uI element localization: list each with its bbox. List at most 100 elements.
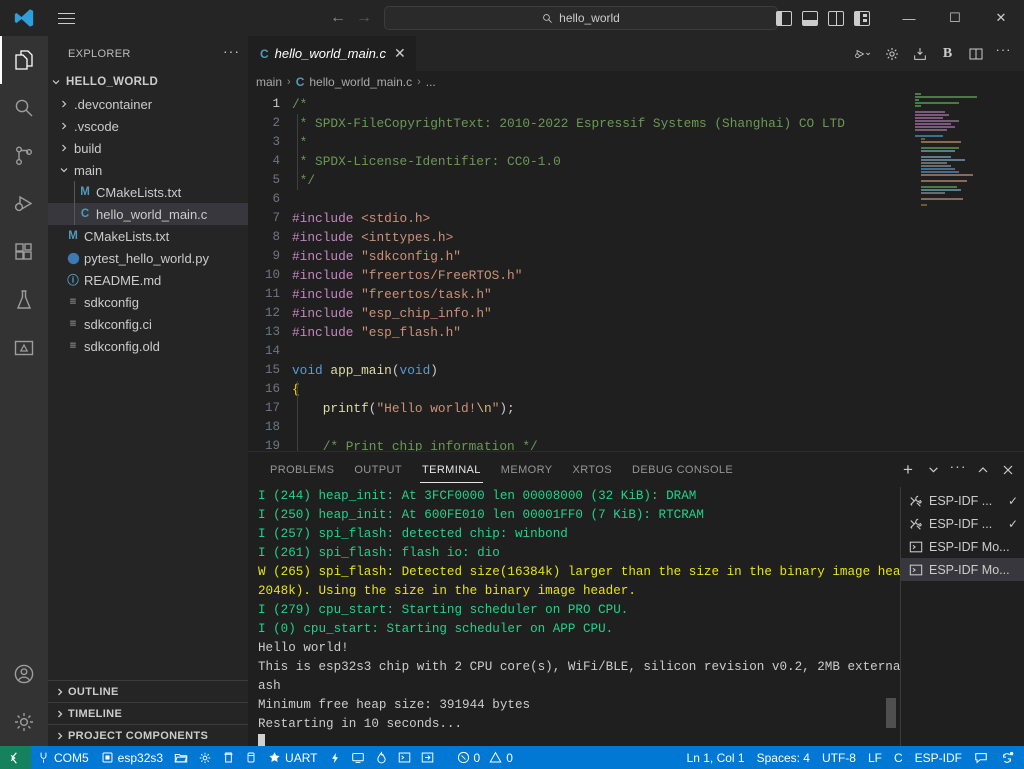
- code-content[interactable]: /* * SPDX-FileCopyrightText: 2010-2022 E…: [292, 93, 1024, 451]
- status-open-project[interactable]: [169, 746, 193, 769]
- customize-layout-icon[interactable]: [854, 10, 870, 26]
- sidebar-item-extensions[interactable]: [0, 228, 48, 276]
- forward-arrow-icon[interactable]: →: [356, 10, 372, 26]
- panel-more-icon[interactable]: ···: [950, 459, 966, 478]
- status-eol[interactable]: LF: [862, 746, 888, 769]
- section-outline[interactable]: OUTLINE: [48, 680, 248, 702]
- tree-item-build[interactable]: build: [48, 137, 248, 159]
- menu-hamburger-button[interactable]: [48, 0, 84, 36]
- sidebar-item-testing[interactable]: [0, 276, 48, 324]
- sidebar-item-esp-idf-explorer[interactable]: [0, 324, 48, 372]
- editor-scrollbar[interactable]: [1010, 93, 1024, 451]
- tree-item-label: CMakeLists.txt: [84, 228, 170, 244]
- status-flash-device[interactable]: [240, 746, 262, 769]
- tree-item-vscode[interactable]: .vscode: [48, 115, 248, 137]
- section-timeline[interactable]: TIMELINE: [48, 702, 248, 724]
- remote-window-button[interactable]: [0, 746, 31, 769]
- status-build-flash-monitor[interactable]: [324, 746, 346, 769]
- terminal-list-item[interactable]: ESP-IDF ... ✓: [901, 512, 1024, 535]
- tree-item-main[interactable]: main: [48, 159, 248, 181]
- tab-xrtos[interactable]: XRTOS: [563, 452, 623, 487]
- tab-problems[interactable]: PROBLEMS: [260, 452, 344, 487]
- terminal-list-item-selected[interactable]: ESP-IDF Mo...: [901, 558, 1024, 581]
- terminal-status-check-icon: ✓: [1007, 493, 1018, 508]
- folder-open-icon: [174, 753, 188, 762]
- more-actions-icon[interactable]: ···: [995, 43, 1012, 62]
- status-notifications[interactable]: [994, 746, 1024, 769]
- status-monitor[interactable]: [346, 746, 370, 769]
- tab-output[interactable]: OUTPUT: [344, 452, 412, 487]
- indentation-label: Spaces: 4: [756, 750, 810, 765]
- status-debug[interactable]: [370, 746, 393, 769]
- section-project-components[interactable]: PROJECT COMPONENTS: [48, 724, 248, 746]
- tree-item-label: sdkconfig: [84, 294, 139, 310]
- terminal-line: Restarting in 10 seconds...: [258, 717, 463, 731]
- sidebar-item-explorer[interactable]: [0, 36, 48, 84]
- tree-item-root-cmakelists[interactable]: M CMakeLists.txt: [48, 225, 248, 247]
- status-port[interactable]: COM5: [31, 746, 95, 769]
- terminal-scrollbar[interactable]: [886, 698, 896, 728]
- toggle-primary-sidebar-icon[interactable]: [776, 10, 792, 26]
- tree-item-label: README.md: [84, 272, 162, 288]
- manage-settings-button[interactable]: [0, 698, 48, 746]
- new-terminal-icon[interactable]: +: [900, 460, 916, 479]
- window-close-button[interactable]: ✕: [978, 0, 1024, 36]
- tree-item-main-cmakelists[interactable]: M CMakeLists.txt: [48, 181, 248, 203]
- status-encoding[interactable]: UTF-8: [816, 746, 862, 769]
- window-minimize-button[interactable]: —: [886, 0, 932, 36]
- terminal-list-item[interactable]: ESP-IDF ... ✓: [901, 489, 1024, 512]
- status-menuconfig[interactable]: [193, 746, 217, 769]
- tree-item-sdkconfig-old[interactable]: ≡ sdkconfig.old: [48, 335, 248, 357]
- tree-root-hello-world[interactable]: HELLO_WORLD: [48, 71, 248, 93]
- status-indentation[interactable]: Spaces: 4: [751, 746, 816, 769]
- status-target[interactable]: esp32s3: [95, 746, 169, 769]
- tab-memory[interactable]: MEMORY: [491, 452, 563, 487]
- status-language-mode[interactable]: C: [888, 746, 909, 769]
- tabs-empty-space: [416, 36, 855, 71]
- tab-hello-world-main-c[interactable]: C hello_world_main.c ✕: [248, 36, 417, 71]
- window-maximize-button[interactable]: ☐: [932, 0, 978, 36]
- build-icon[interactable]: B: [939, 45, 956, 62]
- status-fullclean[interactable]: [217, 746, 240, 769]
- status-cursor-position[interactable]: Ln 1, Col 1: [681, 746, 751, 769]
- tab-terminal[interactable]: TERMINAL: [412, 452, 491, 487]
- flash-download-icon[interactable]: [911, 45, 928, 62]
- vscode-logo-icon: [0, 0, 48, 36]
- close-panel-icon[interactable]: [1000, 462, 1016, 478]
- gear-icon[interactable]: [883, 45, 900, 62]
- tree-item-devcontainer[interactable]: .devcontainer: [48, 93, 248, 115]
- breadcrumb-file[interactable]: hello_world_main.c: [309, 75, 412, 89]
- split-editor-icon[interactable]: [967, 45, 984, 62]
- tree-item-sdkconfig[interactable]: ≡ sdkconfig: [48, 291, 248, 313]
- line-number: 11: [264, 287, 280, 301]
- command-center-search[interactable]: hello_world: [384, 6, 778, 30]
- tree-item-hello-world-main-c[interactable]: C hello_world_main.c: [48, 203, 248, 225]
- close-icon[interactable]: ✕: [394, 45, 406, 62]
- tree-item-pytest-hello-world[interactable]: pytest_hello_world.py: [48, 247, 248, 269]
- sidebar-item-run-and-debug[interactable]: [0, 180, 48, 228]
- status-problems[interactable]: 0 0: [439, 746, 519, 769]
- back-arrow-icon[interactable]: ←: [330, 10, 346, 26]
- accounts-button[interactable]: [0, 650, 48, 698]
- toggle-secondary-sidebar-icon[interactable]: [828, 10, 844, 26]
- breadcrumb-main[interactable]: main: [256, 75, 282, 89]
- tree-item-sdkconfig-ci[interactable]: ≡ sdkconfig.ci: [48, 313, 248, 335]
- status-exit-terminal[interactable]: [416, 746, 439, 769]
- tab-debug-console[interactable]: DEBUG CONSOLE: [622, 452, 743, 487]
- run-debug-dropdown-icon[interactable]: [855, 45, 872, 62]
- tree-item-readme[interactable]: ⓘ README.md: [48, 269, 248, 291]
- code-editor[interactable]: 1234567891011121314151617181920 /* * SPD…: [248, 93, 1024, 451]
- sidebar-item-search[interactable]: [0, 84, 48, 132]
- terminal-list-item[interactable]: ESP-IDF Mo...: [901, 535, 1024, 558]
- toggle-panel-icon[interactable]: [802, 10, 818, 26]
- status-esp-idf[interactable]: ESP-IDF: [909, 746, 968, 769]
- status-open-terminal[interactable]: [393, 746, 416, 769]
- breadcrumb-symbols[interactable]: ...: [426, 75, 436, 89]
- terminal-dropdown-icon[interactable]: [925, 462, 941, 478]
- sidebar-more-actions-icon[interactable]: ···: [223, 44, 240, 62]
- status-flash-method[interactable]: UART: [262, 746, 323, 769]
- sidebar-item-source-control[interactable]: [0, 132, 48, 180]
- terminal-output[interactable]: I (244) heap_init: At 3FCF0000 len 00008…: [248, 487, 900, 746]
- maximize-panel-icon[interactable]: [975, 462, 991, 478]
- status-feedback[interactable]: [968, 746, 994, 769]
